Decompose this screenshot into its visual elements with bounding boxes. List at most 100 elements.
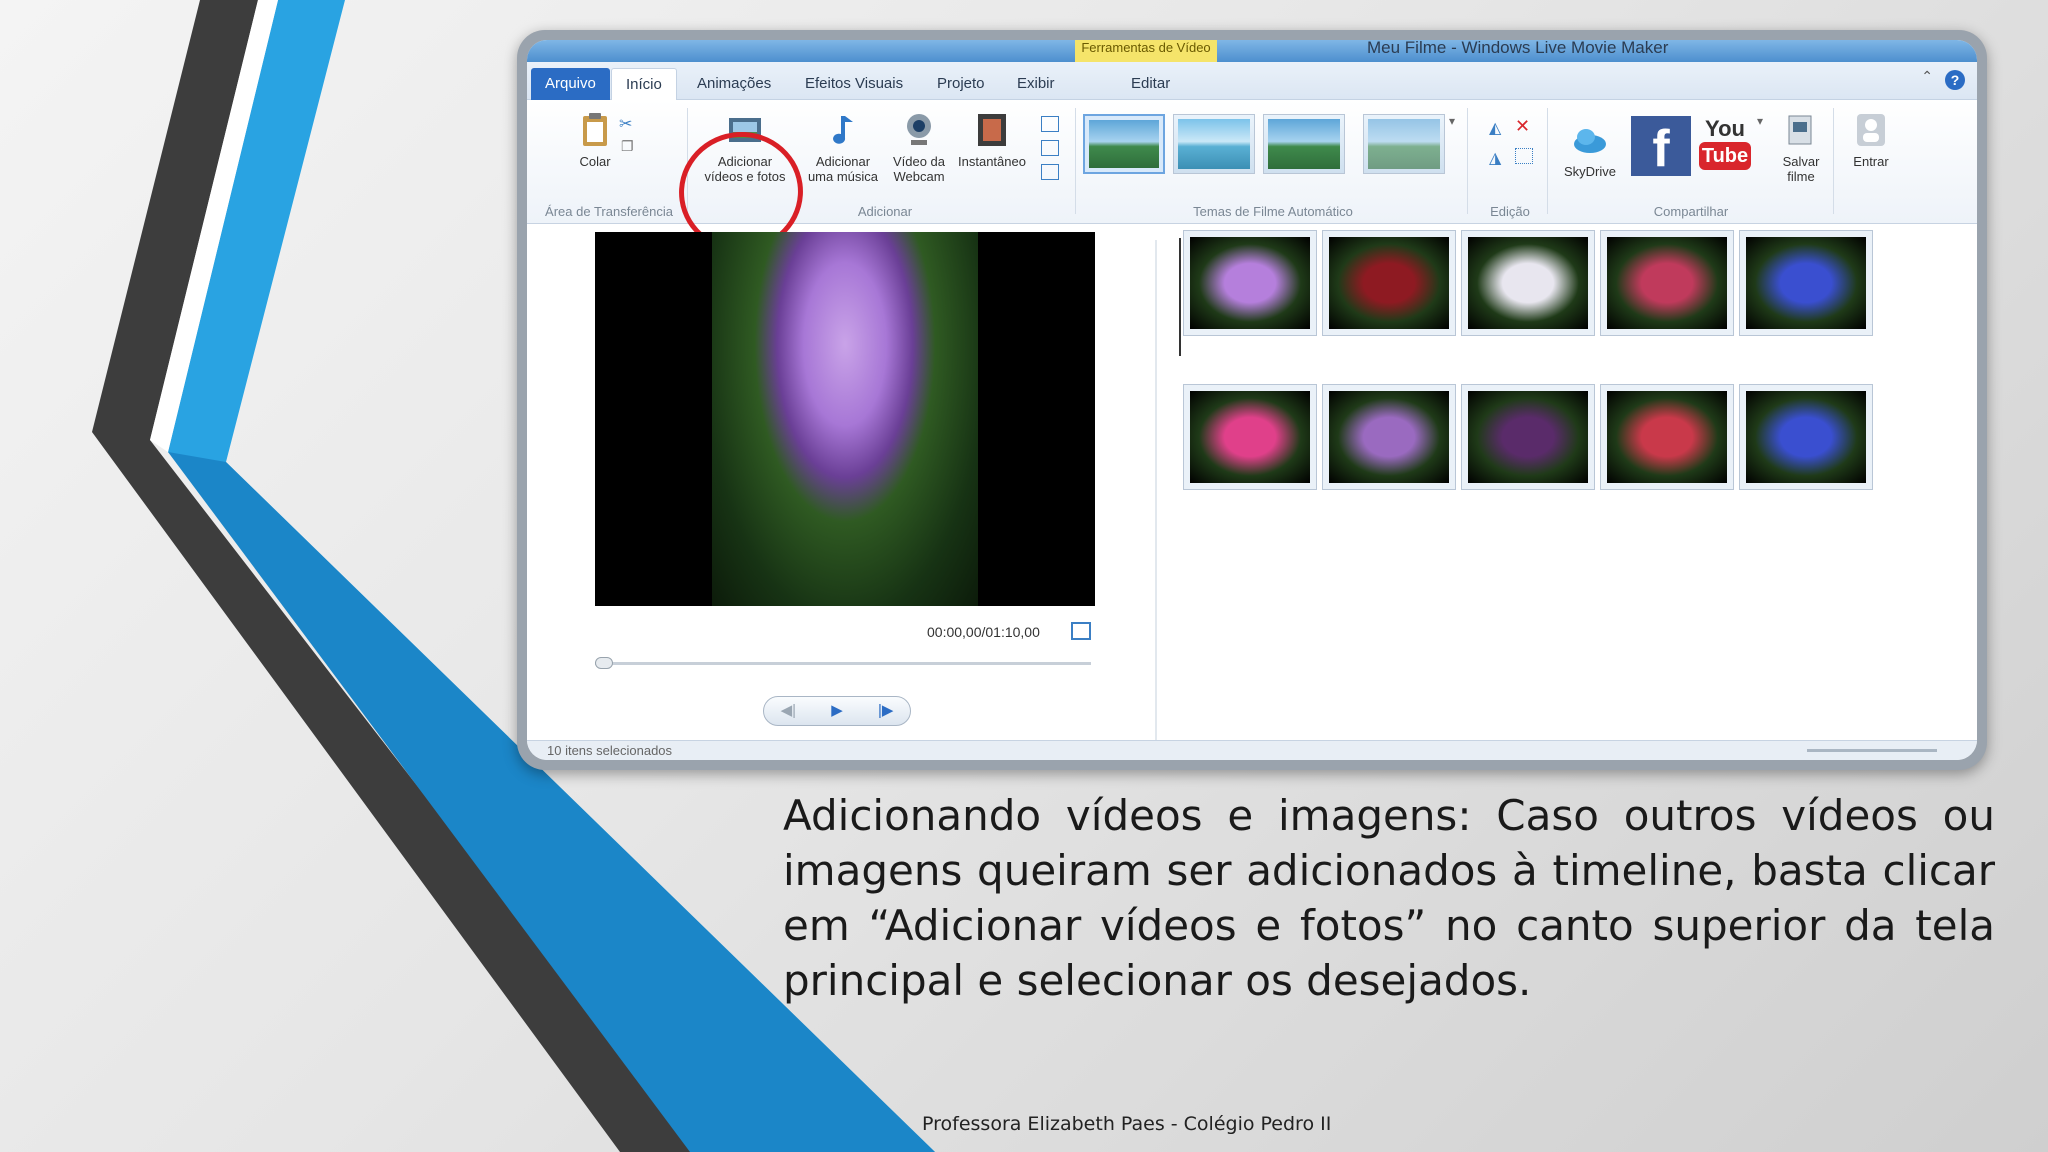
ribbon-tab-row: Arquivo Início Animações Efeitos Visuais… <box>527 62 1977 100</box>
next-frame-button[interactable]: |▶ <box>861 697 910 725</box>
help-icon[interactable]: ? <box>1945 70 1965 90</box>
skydrive-cloud-icon <box>1574 129 1606 153</box>
copy-icon[interactable]: ❐ <box>621 138 639 154</box>
storyboard-clip[interactable] <box>1461 230 1595 336</box>
skydrive-label: SkyDrive <box>1563 164 1616 179</box>
clip-thumbnail <box>1329 391 1449 483</box>
group-separator <box>1467 108 1468 214</box>
time-readout: 00:00,00/01:10,00 <box>927 624 1040 640</box>
footer-credit: Professora Elizabeth Paes - Colégio Pedr… <box>922 1113 1332 1135</box>
preview-pane: 00:00,00/01:10,00 ◀| ▶ |▶ <box>527 224 1147 740</box>
clip-thumbnail <box>1190 237 1310 329</box>
playhead-cursor[interactable] <box>1179 238 1181 356</box>
add-music-line2: uma música <box>807 169 879 184</box>
preview-flower-image <box>712 232 978 606</box>
previous-frame-button[interactable]: ◀| <box>764 697 813 725</box>
theme-thumbnail[interactable] <box>1083 114 1165 174</box>
save-line2: filme <box>1787 169 1815 184</box>
tab-inicio[interactable]: Início <box>611 68 677 100</box>
rotate-left-icon[interactable]: ◭ <box>1489 118 1507 137</box>
save-movie-button[interactable]: Salvar filme <box>1771 110 1831 184</box>
webcam-line1: Vídeo da <box>892 154 946 169</box>
rotate-right-icon[interactable]: ◮ <box>1489 148 1507 167</box>
movie-maker-window: Ferramentas de Vídeo Meu Filme - Windows… <box>517 30 1987 770</box>
theme-thumbnail[interactable] <box>1363 114 1445 174</box>
tab-efeitos-visuais[interactable]: Efeitos Visuais <box>791 68 917 100</box>
gallery-scroll-icon[interactable]: ▾ <box>1449 114 1467 130</box>
skydrive-button[interactable]: SkyDrive <box>1553 120 1627 179</box>
contextual-tab-header: Ferramentas de Vídeo <box>1075 40 1217 62</box>
tab-projeto[interactable]: Projeto <box>923 68 999 100</box>
clipboard-icon <box>583 113 607 146</box>
clip-thumbnail <box>1746 237 1866 329</box>
storyboard-clip[interactable] <box>1183 230 1317 336</box>
caption-text: Adicionando vídeos e imagens: Caso outro… <box>783 791 1995 1005</box>
storyboard-clip[interactable] <box>1600 384 1734 490</box>
save-movie-icon <box>1788 115 1812 145</box>
music-note-icon <box>833 116 853 144</box>
user-icon <box>1857 114 1885 146</box>
status-bar: 10 itens selecionados <box>527 740 1977 760</box>
zoom-slider[interactable] <box>1807 749 1937 752</box>
pane-divider[interactable] <box>1155 240 1157 740</box>
theme-thumbnail[interactable] <box>1263 114 1345 174</box>
snapshot-button[interactable]: Instantâneo <box>947 110 1037 169</box>
youtube-you: You <box>1705 116 1745 141</box>
webcam-line2: Webcam <box>893 169 945 184</box>
webcam-icon <box>907 114 931 145</box>
remove-icon[interactable]: ✕ <box>1515 116 1533 136</box>
cut-icon[interactable]: ✂ <box>619 114 637 133</box>
minimize-ribbon-icon[interactable]: ⌃ <box>1921 68 1933 85</box>
storyboard-clip[interactable] <box>1600 230 1734 336</box>
clip-thumbnail <box>1746 391 1866 483</box>
sign-in-label: Entrar <box>1853 154 1889 169</box>
sign-in-button[interactable]: Entrar <box>1839 110 1903 169</box>
play-button[interactable]: ▶ <box>813 697 862 725</box>
group-separator <box>1075 108 1076 214</box>
facebook-button[interactable]: f <box>1631 116 1691 178</box>
editing-group-label: Edição <box>1490 204 1530 219</box>
status-text: 10 itens selecionados <box>547 743 673 758</box>
paste-label: Colar <box>579 154 611 169</box>
youtube-tube: Tube <box>1699 142 1751 170</box>
storyboard-clip[interactable] <box>1739 230 1873 336</box>
window-title: Meu Filme - Windows Live Movie Maker <box>1367 40 1669 57</box>
film-strip-icon <box>978 114 1006 146</box>
add-group-label: Adicionar <box>857 204 913 219</box>
clip-thumbnail <box>1329 237 1449 329</box>
caption-icon[interactable] <box>1041 140 1059 156</box>
clip-thumbnail <box>1190 391 1310 483</box>
movie-maker-inner: Ferramentas de Vídeo Meu Filme - Windows… <box>527 40 1977 760</box>
themes-group-label: Temas de Filme Automático <box>1193 204 1353 219</box>
storyboard-clip[interactable] <box>1322 230 1456 336</box>
storyboard-clip[interactable] <box>1739 384 1873 490</box>
seek-handle[interactable] <box>595 657 613 669</box>
theme-thumbnail[interactable] <box>1173 114 1255 174</box>
add-music-line1: Adicionar <box>815 154 871 169</box>
seek-bar[interactable] <box>595 657 1091 669</box>
storyboard-clip[interactable] <box>1461 384 1595 490</box>
fullscreen-icon[interactable] <box>1071 622 1091 640</box>
youtube-button[interactable]: You Tube <box>1699 116 1751 176</box>
clipboard-group-label: Área de Transferência <box>545 204 673 219</box>
tab-exibir[interactable]: Exibir <box>1003 68 1069 100</box>
tab-animacoes[interactable]: Animações <box>683 68 785 100</box>
snapshot-label: Instantâneo <box>958 154 1026 169</box>
video-preview[interactable] <box>595 232 1095 606</box>
clip-thumbnail <box>1607 391 1727 483</box>
select-all-icon[interactable] <box>1515 148 1533 164</box>
caption-title-icon[interactable] <box>1041 116 1059 132</box>
ribbon: Colar ✂ ❐ Área de Transferência Adiciona… <box>527 100 1977 261</box>
storyboard <box>1167 230 1967 730</box>
storyboard-clip[interactable] <box>1322 384 1456 490</box>
credits-icon[interactable] <box>1041 164 1059 180</box>
clip-thumbnail <box>1607 237 1727 329</box>
title-bar: Ferramentas de Vídeo Meu Filme - Windows… <box>527 40 1977 62</box>
tab-editar[interactable]: Editar <box>1117 68 1184 100</box>
add-music-button[interactable]: Adicionar uma música <box>799 110 887 184</box>
tab-arquivo[interactable]: Arquivo <box>531 68 610 100</box>
playback-controls: ◀| ▶ |▶ <box>763 696 911 726</box>
storyboard-clip[interactable] <box>1183 384 1317 490</box>
clip-thumbnail <box>1468 391 1588 483</box>
group-separator <box>1547 108 1548 214</box>
